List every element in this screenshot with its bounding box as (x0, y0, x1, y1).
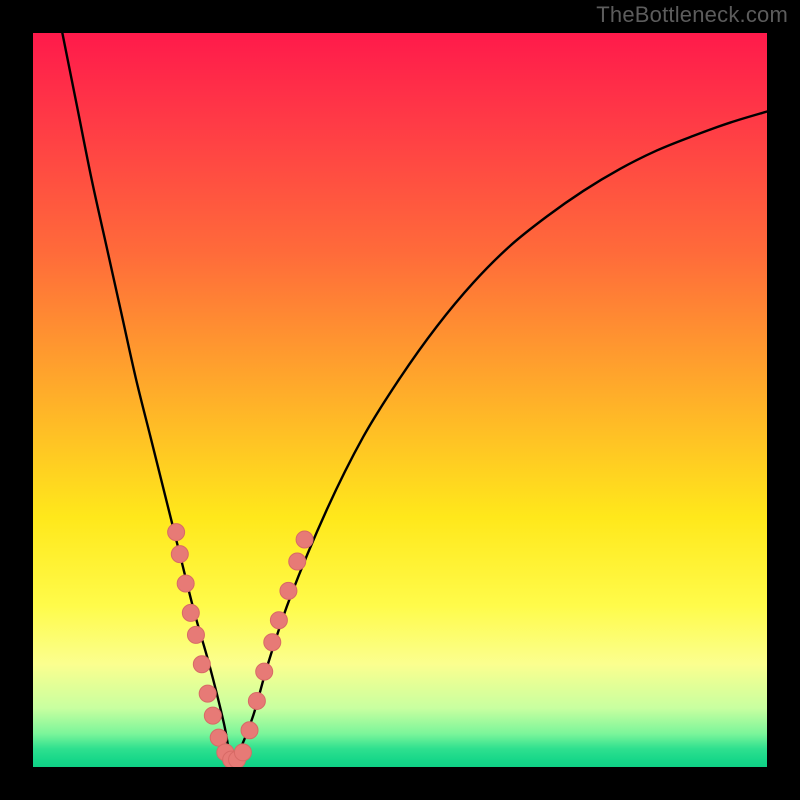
sample-dot (289, 553, 306, 570)
sample-dot (264, 634, 281, 651)
plot-area (33, 33, 767, 767)
bottleneck-curve (62, 33, 767, 762)
sample-dot (248, 692, 265, 709)
sample-dot (296, 531, 313, 548)
sample-dot (193, 656, 210, 673)
sample-dot (256, 663, 273, 680)
sample-dot (177, 575, 194, 592)
sample-dots (168, 524, 313, 767)
sample-dot (204, 707, 221, 724)
sample-dot (234, 744, 251, 761)
sample-dot (199, 685, 216, 702)
curve-layer (33, 33, 767, 767)
sample-dot (187, 626, 204, 643)
sample-dot (182, 604, 199, 621)
sample-dot (280, 582, 297, 599)
chart-frame: TheBottleneck.com (0, 0, 800, 800)
sample-dot (241, 722, 258, 739)
sample-dot (168, 524, 185, 541)
sample-dot (171, 546, 188, 563)
sample-dot (270, 612, 287, 629)
watermark-label: TheBottleneck.com (596, 2, 788, 28)
